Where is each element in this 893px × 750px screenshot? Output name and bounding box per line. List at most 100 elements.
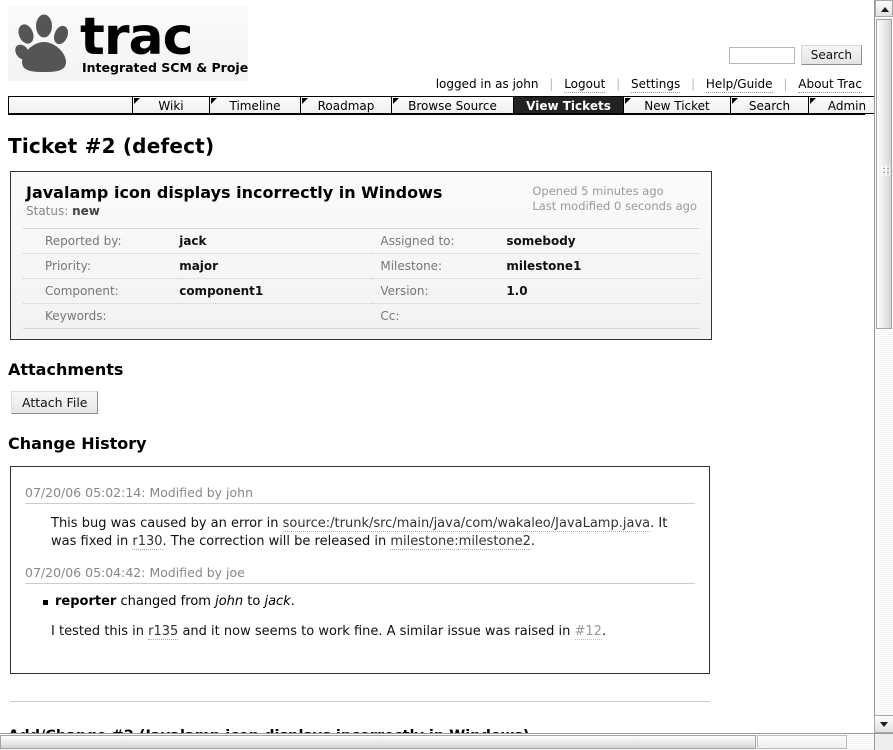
comment-text: This bug was caused by an error in — [51, 516, 283, 531]
prop-value-version: 1.0 — [506, 278, 699, 304]
scroll-up-button[interactable] — [875, 0, 893, 17]
ticket-status-value: new — [72, 204, 100, 218]
metanav-link-logout[interactable]: Logout — [564, 77, 606, 93]
logo-tagline: Integrated SCM & Project Management — [82, 60, 248, 75]
metanav-separator: | — [691, 77, 696, 91]
nav-tab-label: Roadmap — [317, 99, 375, 113]
comment-text: . — [601, 624, 607, 639]
metanav-link-about-trac[interactable]: About Trac — [798, 77, 862, 93]
prop-value-cc — [506, 303, 699, 329]
site-search: Search — [728, 45, 862, 65]
corner-fold-icon — [625, 98, 631, 104]
horizontal-scroll-segment[interactable] — [757, 735, 847, 749]
prop-value-assigned-to: somebody — [506, 228, 699, 254]
ticket-link-12[interactable]: #12 — [574, 624, 602, 640]
browser-viewport: trac Integrated SCM & Project Management… — [0, 0, 874, 733]
comment-paragraph: I tested this in r135 and it now seems t… — [51, 623, 695, 641]
change-field-from: john — [215, 594, 244, 609]
scroll-down-button[interactable] — [874, 715, 893, 733]
change-field-text: changed from — [116, 594, 216, 609]
prop-label-component: Component: — [23, 278, 180, 304]
prop-label-priority: Priority: — [23, 253, 180, 279]
prop-value-reported-by: jack — [179, 228, 373, 254]
prop-label-cc: Cc: — [372, 303, 507, 329]
nav-tab-label: View Tickets — [526, 99, 611, 113]
change-entry-comment: This bug was caused by an error in sourc… — [51, 515, 695, 551]
metanav: logged in as john | Logout | Settings | … — [435, 77, 862, 93]
ticket-opened: Opened 5 minutes ago — [532, 184, 664, 198]
nav-spacer — [8, 96, 132, 114]
change-history-box: 07/20/06 05:02:14: Modified by john This… — [10, 466, 710, 674]
nav-tab-browse-source[interactable]: Browse Source — [391, 96, 513, 114]
comment-text: . The correction will be released in — [162, 534, 391, 549]
metanav-link-settings[interactable]: Settings — [630, 77, 681, 93]
prop-value-milestone: milestone1 — [506, 253, 699, 279]
trac-page: trac Integrated SCM & Project Management… — [0, 0, 874, 733]
nav-tab-label: New Ticket — [644, 99, 710, 113]
change-history-heading: Change History — [8, 434, 147, 453]
attachments-heading: Attachments — [8, 360, 124, 379]
trac-logo[interactable]: trac Integrated SCM & Project Management — [8, 6, 248, 81]
vertical-scrollbar[interactable] — [874, 0, 893, 733]
nav-tab-label: Wiki — [158, 99, 184, 113]
corner-fold-icon — [732, 98, 738, 104]
logo-wordmark: trac — [80, 7, 192, 67]
page-title: Ticket #2 (defect) — [8, 134, 215, 158]
nav-tab-label: Browse Source — [408, 99, 497, 113]
nav-tab-label: Admin — [827, 99, 867, 113]
attach-file-button[interactable]: Attach File — [11, 391, 99, 414]
prop-label-reported-by: Reported by: — [23, 228, 180, 254]
corner-fold-icon — [302, 98, 308, 104]
change-entry-header: 07/20/06 05:04:42: Modified by joe — [25, 565, 695, 584]
changeset-link-r130[interactable]: r130 — [132, 534, 163, 550]
metanav-link-help-guide[interactable]: Help/Guide — [705, 77, 773, 93]
ticket-properties-table: Reported by: jack Assigned to: somebody … — [23, 228, 699, 329]
corner-fold-icon — [393, 98, 399, 104]
prop-label-milestone: Milestone: — [372, 253, 507, 279]
corner-fold-icon — [211, 98, 217, 104]
ticket-summary-box: Opened 5 minutes ago Last modified 0 sec… — [10, 171, 712, 340]
nav-tab-label: Search — [748, 99, 791, 113]
comment-text: . — [530, 534, 536, 549]
ticket-status-label: Status: — [26, 204, 69, 218]
prop-value-priority: major — [179, 253, 373, 279]
list-item: reporter changed from john to jack. — [43, 593, 695, 611]
change-field-name: reporter — [55, 594, 117, 609]
search-input[interactable] — [728, 46, 795, 64]
nav-tab-new-ticket[interactable]: New Ticket — [623, 96, 730, 114]
table-row: Keywords: Cc: — [23, 303, 699, 329]
nav-tab-search[interactable]: Search — [730, 96, 808, 114]
nav-tab-view-tickets[interactable]: View Tickets — [513, 96, 623, 114]
source-link[interactable]: source:/trunk/src/main/java/com/wakaleo/… — [282, 516, 651, 532]
prop-value-keywords — [179, 303, 373, 329]
milestone-link[interactable]: milestone:milestone2 — [390, 534, 531, 550]
change-entry-comment: I tested this in r135 and it now seems t… — [51, 623, 695, 641]
metanav-separator: | — [616, 77, 621, 91]
table-row: Priority: major Milestone: milestone1 — [23, 253, 699, 279]
horizontal-scroll-thumb[interactable] — [0, 735, 756, 749]
search-button[interactable]: Search — [800, 45, 862, 65]
triangle-down-icon — [880, 722, 888, 727]
nav-tab-timeline[interactable]: Timeline — [209, 96, 300, 114]
triangle-up-icon — [881, 7, 889, 12]
table-row: Component: component1 Version: 1.0 — [23, 278, 699, 304]
comment-text: and it now seems to work fine. A similar… — [178, 624, 575, 639]
prop-label-keywords: Keywords: — [23, 303, 180, 329]
corner-fold-icon — [134, 98, 140, 104]
nav-tab-admin[interactable]: Admin — [808, 96, 874, 114]
scroll-grip-icon — [881, 165, 890, 176]
metanav-separator: | — [549, 77, 554, 91]
scrollbar-corner — [874, 733, 893, 750]
vertical-scroll-thumb[interactable] — [876, 19, 892, 329]
changeset-link-r135[interactable]: r135 — [148, 624, 179, 640]
logged-in-label: logged in as john — [435, 77, 539, 91]
nav-tab-wiki[interactable]: Wiki — [132, 96, 209, 114]
nav-tab-label: Timeline — [229, 99, 281, 113]
horizontal-scrollbar[interactable] — [0, 733, 874, 750]
change-field-list: reporter changed from john to jack. — [29, 593, 695, 611]
table-row: Reported by: jack Assigned to: somebody — [23, 228, 699, 254]
corner-fold-icon — [810, 98, 816, 104]
comment-text: I tested this in — [51, 624, 149, 639]
main-content: Ticket #2 (defect) Opened 5 minutes ago … — [0, 120, 874, 733]
nav-tab-roadmap[interactable]: Roadmap — [300, 96, 391, 114]
